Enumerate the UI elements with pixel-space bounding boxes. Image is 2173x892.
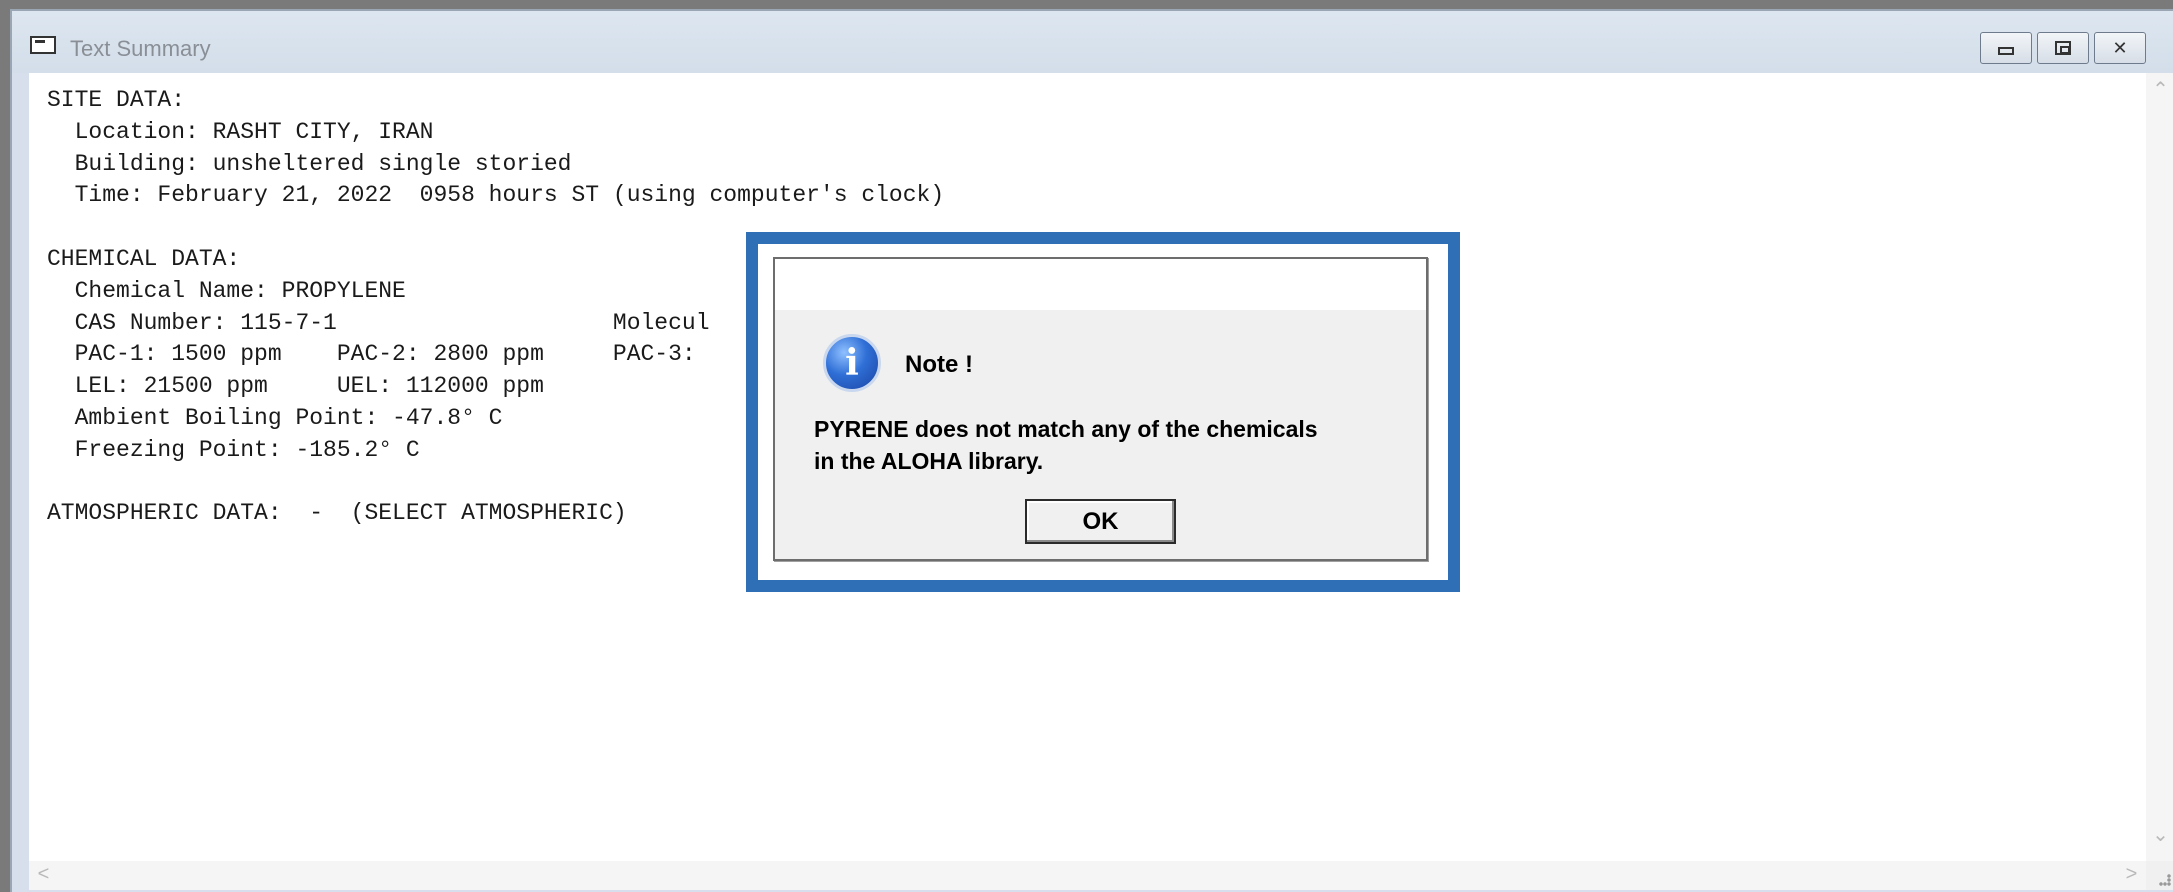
dialog-title: Note ! [905, 351, 973, 378]
window-app-icon[interactable] [30, 36, 56, 54]
scroll-right-icon[interactable]: > [2117, 863, 2146, 886]
restore-icon [2055, 41, 2071, 55]
summary-line: Time: February 21, 2022 0958 hours ST (u… [47, 182, 945, 209]
summary-line: Chemical Name: PROPYLENE [47, 277, 406, 304]
resize-grip-icon [2159, 874, 2171, 886]
summary-line: ATMOSPHERIC DATA: - (SELECT ATMOSPHERIC) [47, 500, 627, 527]
info-icon: i [823, 334, 881, 392]
ok-button[interactable]: OK [1025, 499, 1176, 544]
window-title: Text Summary [70, 36, 211, 61]
title-bar[interactable]: Text Summary ✕ [12, 11, 2173, 73]
note-dialog: i Note ! PYRENE does not match any of th… [773, 257, 1428, 561]
dialog-message-line: PYRENE does not match any of the chemica… [814, 416, 1318, 442]
summary-line: CHEMICAL DATA: [47, 245, 241, 272]
summary-line: PAC-1: 1500 ppm PAC-2: 2800 ppm PAC-3: [47, 341, 696, 368]
scroll-up-icon[interactable]: ⌃ [2146, 77, 2173, 102]
summary-line: Location: RASHT CITY, IRAN [47, 118, 434, 145]
scroll-left-icon[interactable]: < [29, 863, 58, 886]
close-icon: ✕ [2112, 37, 2128, 58]
dialog-title-strip [775, 259, 1426, 310]
summary-line: CAS Number: 115-7-1 Molecul [47, 309, 710, 336]
scroll-down-icon[interactable]: ⌄ [2146, 822, 2173, 847]
horizontal-scrollbar[interactable]: < > [29, 861, 2146, 890]
summary-line: Ambient Boiling Point: -47.8° C [47, 404, 503, 431]
summary-line: Freezing Point: -185.2° C [47, 436, 420, 463]
summary-line: Building: unsheltered single storied [47, 150, 572, 177]
resize-grip[interactable] [2146, 861, 2173, 890]
summary-line: SITE DATA: [47, 87, 186, 113]
minimize-button[interactable] [1980, 32, 2032, 64]
dialog-message: PYRENE does not match any of the chemica… [814, 413, 1414, 477]
summary-line: LEL: 21500 ppm UEL: 112000 ppm [47, 373, 544, 400]
vertical-scrollbar[interactable]: ⌃ ⌄ [2146, 73, 2173, 861]
minimize-icon [1998, 47, 2014, 55]
dialog-message-line: in the ALOHA library. [814, 448, 1044, 474]
close-button[interactable]: ✕ [2094, 32, 2146, 64]
maximize-button[interactable] [2037, 32, 2089, 64]
